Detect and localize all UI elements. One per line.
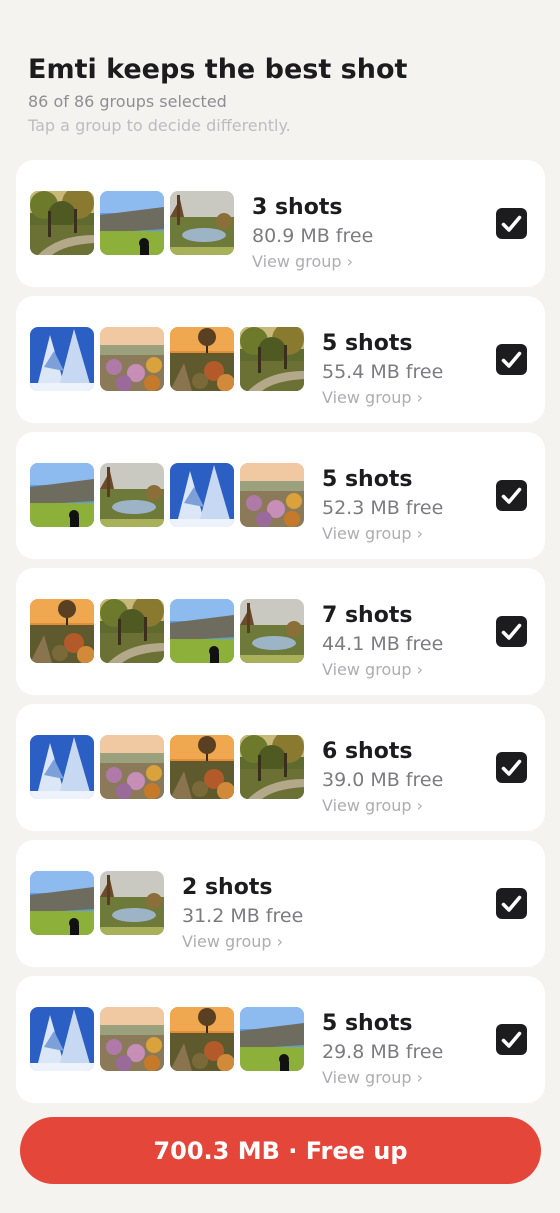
group-thumbnails — [30, 735, 310, 799]
view-group-link[interactable]: View group › — [322, 1068, 443, 1088]
shot-count: 3 shots — [252, 195, 343, 220]
view-group-link[interactable]: View group › — [322, 388, 443, 408]
group-checkbox[interactable] — [496, 208, 527, 239]
garden-pond-photo — [100, 871, 164, 935]
space-freed: 29.8 MB free — [322, 1041, 444, 1063]
group-thumbnails — [30, 191, 240, 255]
group-thumbnails — [30, 463, 310, 527]
snowy-tree-photo — [30, 735, 94, 799]
checkmark-icon — [501, 759, 522, 776]
shot-count: 2 shots — [182, 875, 273, 900]
group-checkbox[interactable] — [496, 616, 527, 647]
group-card[interactable]: 6 shots 39.0 MB free View group › — [16, 704, 545, 831]
group-thumbnails — [30, 327, 310, 391]
view-group-link[interactable]: View group › — [322, 660, 443, 680]
autumn-path-photo — [30, 191, 94, 255]
group-card[interactable]: 5 shots 52.3 MB free View group › — [16, 432, 545, 559]
shot-count: 5 shots — [322, 467, 413, 492]
group-info: 5 shots 52.3 MB free View group › — [322, 467, 443, 544]
shot-count: 7 shots — [322, 603, 413, 628]
snowy-tree-photo — [30, 1007, 94, 1071]
autumn-path-photo — [240, 327, 304, 391]
dam-wall-photo — [30, 871, 94, 935]
free-up-button[interactable]: 700.3 MB · Free up — [20, 1117, 541, 1184]
space-freed: 39.0 MB free — [322, 769, 444, 791]
checkmark-icon — [501, 487, 522, 504]
group-checkbox[interactable] — [496, 344, 527, 375]
dam-wall-photo — [170, 599, 234, 663]
view-group-link[interactable]: View group › — [252, 252, 373, 272]
group-info: 5 shots 55.4 MB free View group › — [322, 331, 443, 408]
page-title: Emti keeps the best shot — [28, 54, 408, 85]
group-card[interactable]: 2 shots 31.2 MB free View group › — [16, 840, 545, 967]
snowy-tree-photo — [30, 327, 94, 391]
garden-pond-photo — [170, 191, 234, 255]
header: Emti keeps the best shot 86 of 86 groups… — [28, 54, 538, 136]
group-checkbox[interactable] — [496, 752, 527, 783]
view-group-link[interactable]: View group › — [182, 932, 303, 952]
heather-garden-photo — [240, 463, 304, 527]
space-freed: 55.4 MB free — [322, 361, 444, 383]
shot-count: 5 shots — [322, 331, 413, 356]
group-card[interactable]: 3 shots 80.9 MB free View group › — [16, 160, 545, 287]
group-checkbox[interactable] — [496, 888, 527, 919]
heather-garden-photo — [100, 1007, 164, 1071]
group-info: 6 shots 39.0 MB free View group › — [322, 739, 443, 816]
group-checkbox[interactable] — [496, 1024, 527, 1055]
group-card[interactable]: 5 shots 55.4 MB free View group › — [16, 296, 545, 423]
sunset-garden-photo — [170, 1007, 234, 1071]
group-card[interactable]: 7 shots 44.1 MB free View group › — [16, 568, 545, 695]
checkmark-icon — [501, 215, 522, 232]
garden-pond-photo — [240, 599, 304, 663]
autumn-path-photo — [100, 599, 164, 663]
shot-count: 6 shots — [322, 739, 413, 764]
checkmark-icon — [501, 351, 522, 368]
group-thumbnails — [30, 1007, 310, 1071]
sunset-garden-photo — [170, 327, 234, 391]
group-thumbnails — [30, 599, 310, 663]
view-group-link[interactable]: View group › — [322, 796, 443, 816]
snowy-tree-photo — [170, 463, 234, 527]
autumn-path-photo — [240, 735, 304, 799]
heather-garden-photo — [100, 327, 164, 391]
group-list: 3 shots 80.9 MB free View group › 5 shots 55… — [16, 160, 545, 1112]
dam-wall-photo — [30, 463, 94, 527]
space-freed: 80.9 MB free — [252, 225, 374, 247]
space-freed: 52.3 MB free — [322, 497, 444, 519]
checkmark-icon — [501, 1031, 522, 1048]
space-freed: 31.2 MB free — [182, 905, 304, 927]
checkmark-icon — [501, 895, 522, 912]
group-checkbox[interactable] — [496, 480, 527, 511]
sunset-garden-photo — [170, 735, 234, 799]
checkmark-icon — [501, 623, 522, 640]
group-thumbnails — [30, 871, 170, 935]
group-info: 5 shots 29.8 MB free View group › — [322, 1011, 443, 1088]
group-info: 3 shots 80.9 MB free View group › — [252, 195, 373, 272]
view-group-link[interactable]: View group › — [322, 524, 443, 544]
space-freed: 44.1 MB free — [322, 633, 444, 655]
selection-summary: 86 of 86 groups selected — [28, 92, 227, 111]
dam-wall-photo — [100, 191, 164, 255]
group-info: 2 shots 31.2 MB free View group › — [182, 875, 303, 952]
group-card[interactable]: 5 shots 29.8 MB free View group › — [16, 976, 545, 1103]
dam-wall-photo — [240, 1007, 304, 1071]
garden-pond-photo — [100, 463, 164, 527]
group-info: 7 shots 44.1 MB free View group › — [322, 603, 443, 680]
shot-count: 5 shots — [322, 1011, 413, 1036]
hint-text: Tap a group to decide differently. — [28, 116, 291, 135]
sunset-garden-photo — [30, 599, 94, 663]
heather-garden-photo — [100, 735, 164, 799]
